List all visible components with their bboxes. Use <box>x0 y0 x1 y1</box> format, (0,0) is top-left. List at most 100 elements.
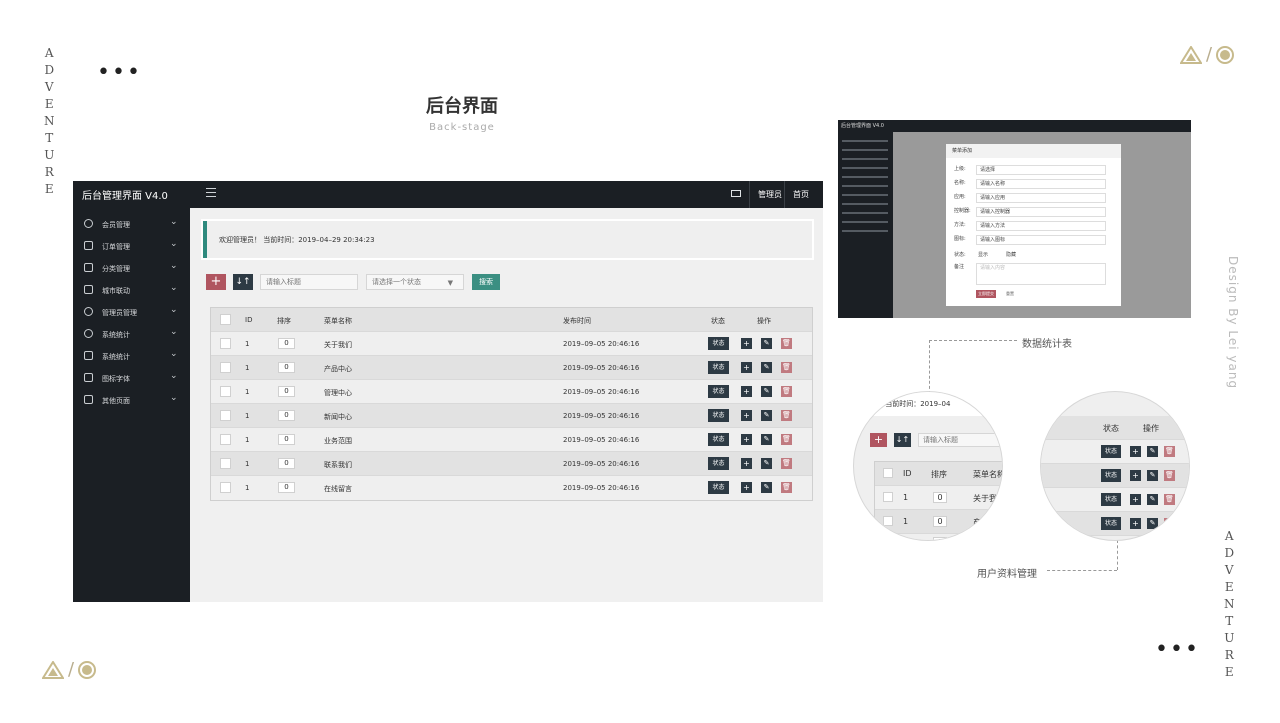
search-button[interactable]: 搜索 <box>472 274 500 290</box>
zoom-row-order[interactable]: 0 <box>933 516 947 527</box>
sidebar-item-orders[interactable]: 订单管理 ⌄ <box>73 236 190 258</box>
mini-status-show[interactable]: 显示 <box>978 251 988 258</box>
plus-icon[interactable]: + <box>1130 518 1141 529</box>
trash-icon[interactable]: 🗑 <box>781 362 792 373</box>
sidebar-item-members[interactable]: 会员管理 ⌄ <box>73 214 190 236</box>
mini-field-input[interactable]: 请输入图标 <box>976 235 1106 245</box>
zoom-row-order[interactable]: 0 <box>933 537 947 540</box>
row-checkbox[interactable] <box>220 458 231 469</box>
row-status-button[interactable]: 状态 <box>708 385 729 398</box>
pencil-icon[interactable]: ✎ <box>761 458 772 469</box>
zoom-status-button[interactable]: 状态 <box>1101 517 1121 530</box>
plus-icon[interactable]: + <box>741 362 752 373</box>
sidebar-item-icon-fonts[interactable]: 图标字体 ⌄ <box>73 368 190 390</box>
sort-button[interactable]: ↓↑ <box>233 274 253 290</box>
pencil-icon[interactable]: ✎ <box>761 482 772 493</box>
sidebar-item-label: 会员管理 <box>102 221 130 229</box>
trash-icon[interactable]: 🗑 <box>781 410 792 421</box>
trash-icon[interactable]: 🗑 <box>1164 446 1175 457</box>
zoom-checkbox[interactable] <box>883 468 893 478</box>
row-checkbox[interactable] <box>220 410 231 421</box>
plus-icon[interactable]: + <box>741 338 752 349</box>
mini-field-input[interactable]: 请输入方法 <box>976 221 1106 231</box>
row-order-input[interactable]: 0 <box>278 338 295 349</box>
row-checkbox[interactable] <box>220 386 231 397</box>
sidebar-item-stats-2[interactable]: 系统统计 ⌄ <box>73 346 190 368</box>
row-order-input[interactable]: 0 <box>278 434 295 445</box>
zoom-search-input[interactable] <box>918 433 1002 447</box>
zoom-row-order[interactable]: 0 <box>933 492 947 503</box>
sidebar-item-other-pages[interactable]: 其他页面 ⌄ <box>73 390 190 412</box>
pencil-icon[interactable]: ✎ <box>1147 470 1158 481</box>
mail-icon[interactable] <box>731 190 741 197</box>
sidebar-item-city[interactable]: 城市联动 ⌄ <box>73 280 190 302</box>
pencil-icon[interactable]: ✎ <box>761 362 772 373</box>
row-checkbox[interactable] <box>220 338 231 349</box>
mini-field-input[interactable]: 请输入控制器 <box>976 207 1106 217</box>
sidebar-item-categories[interactable]: 分类管理 ⌄ <box>73 258 190 280</box>
mini-field-input[interactable]: 请选择 <box>976 165 1106 175</box>
row-order-input[interactable]: 0 <box>278 362 295 373</box>
trash-icon[interactable]: 🗑 <box>1164 518 1175 529</box>
row-checkbox[interactable] <box>220 362 231 373</box>
top-home-link[interactable]: 首页 <box>784 181 817 208</box>
zoom-sort-button[interactable]: ↓↑ <box>894 433 911 447</box>
mini-note-input[interactable]: 请输入内容 <box>976 263 1106 285</box>
zoom-status-button[interactable]: 状态 <box>1101 445 1121 458</box>
sidebar-item-admins[interactable]: 管理员管理 ⌄ <box>73 302 190 324</box>
mini-reset-button[interactable]: 重置 <box>1006 290 1014 298</box>
plus-icon[interactable]: + <box>741 458 752 469</box>
row-order-input[interactable]: 0 <box>278 458 295 469</box>
row-status-button[interactable]: 状态 <box>708 337 729 350</box>
welcome-banner: 欢迎管理员！ 当前时间：2019–04–29 20:34:23 <box>201 219 814 260</box>
trash-icon[interactable]: 🗑 <box>781 338 792 349</box>
zoom-checkbox[interactable] <box>883 516 893 526</box>
zoom-checkbox[interactable] <box>883 492 893 502</box>
row-status-button[interactable]: 状态 <box>708 481 729 494</box>
zoom-add-button[interactable]: + <box>870 433 887 447</box>
row-order-input[interactable]: 0 <box>278 482 295 493</box>
pencil-icon[interactable]: ✎ <box>761 386 772 397</box>
pencil-icon[interactable]: ✎ <box>761 338 772 349</box>
row-checkbox[interactable] <box>220 482 231 493</box>
plus-icon[interactable]: + <box>741 434 752 445</box>
pencil-icon[interactable]: ✎ <box>761 434 772 445</box>
sidebar-item-stats[interactable]: 系统统计 ⌄ <box>73 324 190 346</box>
pencil-icon[interactable]: ✎ <box>1147 446 1158 457</box>
trash-icon[interactable]: 🗑 <box>781 386 792 397</box>
pencil-icon[interactable]: ✎ <box>1147 518 1158 529</box>
add-button[interactable]: + <box>206 274 226 290</box>
row-checkbox[interactable] <box>220 434 231 445</box>
plus-icon[interactable]: + <box>741 410 752 421</box>
row-order-input[interactable]: 0 <box>278 410 295 421</box>
mini-field-input[interactable]: 请输入名称 <box>976 179 1106 189</box>
trash-icon[interactable]: 🗑 <box>781 434 792 445</box>
zoom-status-button[interactable]: 状态 <box>1101 469 1121 482</box>
pencil-icon[interactable]: ✎ <box>1147 494 1158 505</box>
trash-icon[interactable]: 🗑 <box>1164 494 1175 505</box>
row-status-button[interactable]: 状态 <box>708 433 729 446</box>
select-all-checkbox[interactable] <box>220 314 231 325</box>
row-status-button[interactable]: 状态 <box>708 457 729 470</box>
plus-icon[interactable]: + <box>741 386 752 397</box>
row-status-button[interactable]: 状态 <box>708 409 729 422</box>
plus-icon[interactable]: + <box>1130 446 1141 457</box>
mini-status-hide[interactable]: 隐藏 <box>1006 251 1016 258</box>
grid-icon <box>84 373 93 382</box>
menu-icon[interactable] <box>206 188 216 198</box>
plus-icon[interactable]: + <box>741 482 752 493</box>
zoom-status-button[interactable]: 状态 <box>1101 493 1121 506</box>
plus-icon[interactable]: + <box>1130 470 1141 481</box>
zoom-table-row: 1 0 产品 <box>875 510 1002 534</box>
status-select[interactable]: 请选择一个状态 ▼ <box>366 274 464 290</box>
search-input[interactable] <box>260 274 358 290</box>
pencil-icon[interactable]: ✎ <box>761 410 772 421</box>
row-status-button[interactable]: 状态 <box>708 361 729 374</box>
mini-submit-button[interactable]: 立即提交 <box>976 290 996 298</box>
row-order-input[interactable]: 0 <box>278 386 295 397</box>
trash-icon[interactable]: 🗑 <box>781 458 792 469</box>
trash-icon[interactable]: 🗑 <box>1164 470 1175 481</box>
trash-icon[interactable]: 🗑 <box>781 482 792 493</box>
mini-field-input[interactable]: 请输入应用 <box>976 193 1106 203</box>
plus-icon[interactable]: + <box>1130 494 1141 505</box>
